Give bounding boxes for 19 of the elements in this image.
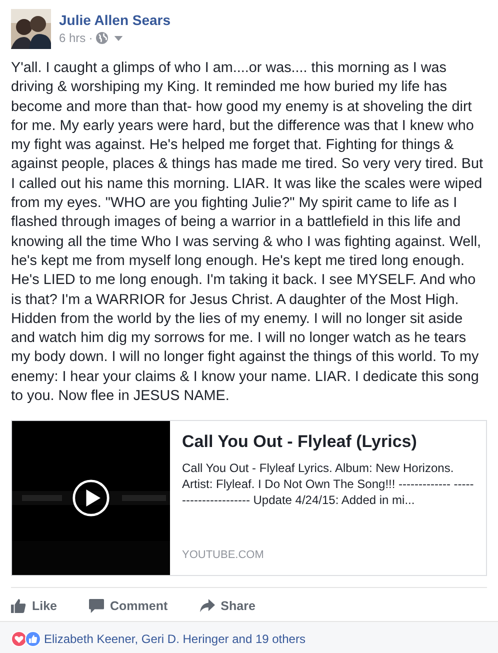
share-arrow-icon [200,598,215,614]
like-button[interactable]: Like [11,594,58,618]
post-text: Y'all. I caught a glimps of who I am....or was.... this morning as I was driving & worshiping my King. It reminded me how buried my life has become and more than that- how good my enemy is at shoveling the dirt for me. My early years were hard, but the difference was that I knew who my fight was against. He's helped me forget that. Fighting for things & against people, places & things has made me tired. So very very tired. But I called out his name this morning. LIAR. It was like the scales were wiped from my eyes. "WHO are you fighting Julie?" My spirit came to life as I flashed through images of being a warrior in a battlefield in this life and knowing all the time Who I was serving & who I was fighting against. Well, he's kept me from myself long enough. He's kept me tired long enough. He's LIED to me long enough. I'm taking it back. I see MYSELF. And who is that? I'm a WARRIOR for Jesus Christ. A daughter of the Most High. Hidden from the world by the lies of my enemy. I will no longer sit aside and watch him dig my sorrows for me. I will no longer watch as he tears my body down. I will no longer fight against the things of this world. To my enemy: I hear your claims & I know your name. LIAR. I dedicate this song to you. Now flee in JESUS NAME. [10,59,484,406]
post-time[interactable]: 6 hrs [59,31,86,45]
share-button[interactable]: Share [200,594,256,618]
thumbs-up-icon [11,598,26,614]
globe-icon[interactable] [96,32,108,44]
link-preview-card[interactable] [11,420,487,576]
play-icon[interactable] [72,479,110,518]
caret-icon[interactable] [114,36,123,40]
like-reaction-icon[interactable] [25,631,41,648]
link-domain: YOUTUBE.COM [182,549,265,564]
author-name-link[interactable]: Julie Allen Sears [59,12,171,28]
link-description: Call You Out - Flyleaf Lyrics. Album: New Horizons. Artist: Flyleaf. I Do Not Own The Song!!! ------------- ---------------------- Update 4/24/15: Added in mi... [182,460,474,508]
comment-button[interactable]: Comment [89,594,168,618]
speech-bubble-icon [89,598,104,614]
separator-dot: · [88,31,93,45]
link-title[interactable]: Call You Out - Flyleaf (Lyrics) [182,431,474,452]
heart-reaction-icon[interactable] [11,631,27,648]
